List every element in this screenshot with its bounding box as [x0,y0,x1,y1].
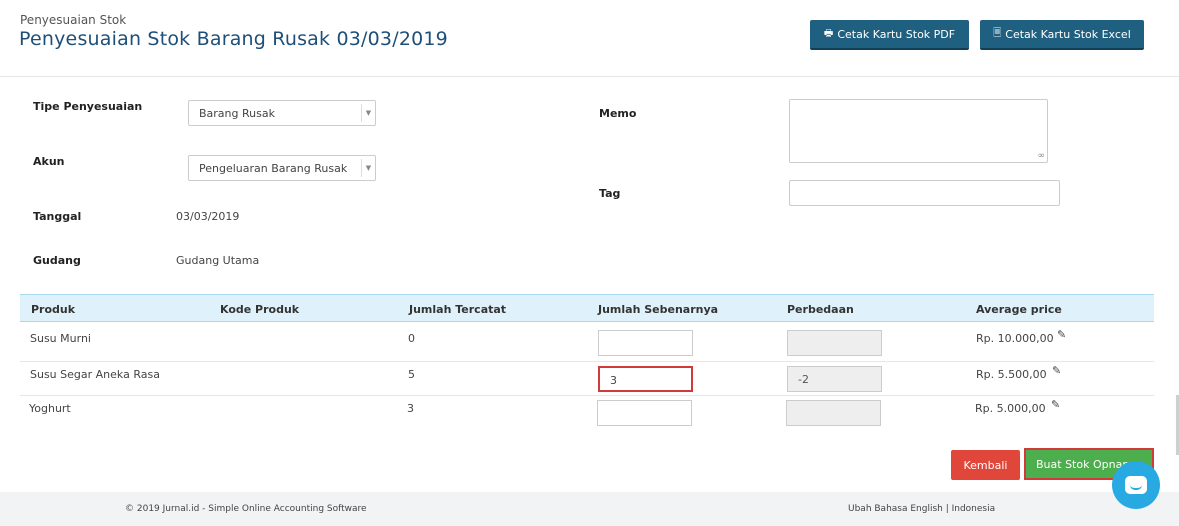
column-header-product-code: Kode Produk [220,303,300,316]
actual-qty-input[interactable] [597,400,692,426]
file-excel-icon: 🗏 [993,27,1002,39]
adjustment-type-select[interactable]: Barang Rusak ▼ [188,100,376,126]
print-stock-card-pdf-button[interactable]: 🖶 Cetak Kartu Stok PDF [810,20,969,50]
warehouse-value: Gudang Utama [176,254,260,267]
adjustment-type-label: Tipe Penyesuaian [33,100,143,113]
average-price: Rp. 10.000,00 [976,332,1054,345]
page-header: Penyesuaian Stok Penyesuaian Stok Barang… [0,0,1179,77]
date-label: Tanggal [33,210,82,223]
average-price: Rp. 5.000,00 [975,402,1046,415]
language-switcher[interactable]: Ubah Bahasa English | Indonesia [848,504,995,514]
page-title: Penyesuaian Stok Barang Rusak 03/03/2019 [19,28,448,50]
difference-field [786,400,881,426]
difference-field [787,330,882,356]
resize-grip-icon[interactable]: ∞ [1038,151,1046,161]
row-divider [20,395,1154,396]
row-divider [20,361,1154,362]
product-name: Susu Murni [30,332,91,345]
tag-input[interactable] [789,180,1060,206]
table-header: Produk Kode Produk Jumlah Tercatat Jumla… [20,294,1154,322]
printer-icon: 🖶 [823,27,834,39]
memo-label: Memo [599,107,637,120]
chat-launcher-button[interactable] [1112,461,1160,509]
recorded-qty: 3 [407,402,414,415]
pencil-icon[interactable]: ✎ [1057,328,1066,341]
date-value: 03/03/2019 [176,210,240,223]
column-header-actual-qty: Jumlah Sebenarnya [598,303,719,316]
page-footer: © 2019 Jurnal.id - Simple Online Account… [0,492,1179,526]
difference-field: -2 [787,366,882,392]
actual-qty-input[interactable] [598,330,693,356]
recorded-qty: 0 [408,332,415,345]
adjustment-type-value: Barang Rusak [199,107,275,120]
account-select[interactable]: Pengeluaran Barang Rusak ▼ [188,155,376,181]
footer-copyright: © 2019 Jurnal.id - Simple Online Account… [125,504,367,514]
account-value: Pengeluaran Barang Rusak [199,162,348,175]
average-price: Rp. 5.500,00 [976,368,1047,381]
breadcrumb[interactable]: Penyesuaian Stok [20,13,126,27]
column-header-product: Produk [31,303,76,316]
pencil-icon[interactable]: ✎ [1052,364,1061,377]
tag-label: Tag [599,187,621,200]
actual-qty-input[interactable]: 3 [598,366,693,392]
print-pdf-label: Cetak Kartu Stok PDF [837,27,956,41]
chevron-down-icon: ▼ [361,159,375,177]
recorded-qty: 5 [408,368,415,381]
warehouse-label: Gudang [33,254,81,267]
chat-icon [1125,476,1147,494]
product-name: Susu Segar Aneka Rasa [30,368,160,381]
account-label: Akun [33,155,65,168]
column-header-recorded-qty: Jumlah Tercatat [409,303,507,316]
back-button[interactable]: Kembali [951,450,1020,480]
print-excel-label: Cetak Kartu Stok Excel [1005,27,1131,41]
product-name: Yoghurt [29,402,71,415]
column-header-difference: Perbedaan [787,303,854,316]
memo-textarea[interactable]: ∞ [789,99,1048,163]
chevron-down-icon: ▼ [361,104,375,122]
column-header-average-price: Average price [976,303,1062,316]
print-stock-card-excel-button[interactable]: 🗏 Cetak Kartu Stok Excel [980,20,1144,50]
pencil-icon[interactable]: ✎ [1051,398,1060,411]
